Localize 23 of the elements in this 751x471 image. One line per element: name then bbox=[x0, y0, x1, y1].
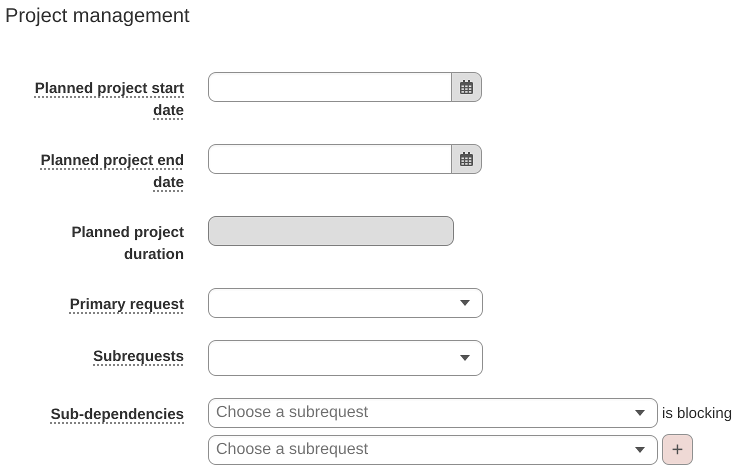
field-label: Primary request bbox=[70, 296, 184, 313]
field-label: Planned project duration bbox=[71, 224, 184, 263]
field-label: Planned project end date bbox=[40, 152, 184, 191]
field-label: Planned project start date bbox=[34, 80, 184, 119]
blocking-label: is blocking bbox=[662, 404, 732, 422]
calendar-button[interactable] bbox=[451, 72, 482, 102]
dropdown-caret-icon bbox=[635, 410, 645, 416]
calendar-icon bbox=[460, 152, 473, 166]
calendar-icon bbox=[460, 80, 473, 94]
dropdown-field[interactable] bbox=[208, 288, 483, 318]
dropdown-caret-icon bbox=[635, 446, 645, 452]
field-label: Sub-dependencies bbox=[50, 406, 184, 423]
dropdown-caret-icon bbox=[460, 355, 470, 361]
dropdown-caret-icon bbox=[460, 300, 470, 306]
dropdown-field[interactable] bbox=[208, 340, 483, 376]
section-title: Project management bbox=[5, 4, 191, 29]
date-input-field[interactable] bbox=[208, 144, 451, 174]
date-input-field[interactable] bbox=[208, 72, 451, 102]
subrequest-dropdown[interactable]: Choose a subrequest bbox=[208, 398, 658, 428]
calendar-button[interactable] bbox=[451, 144, 482, 174]
add-button[interactable]: + bbox=[662, 434, 693, 465]
subrequest-dropdown[interactable]: Choose a subrequest bbox=[208, 434, 658, 464]
field-label: Subrequests bbox=[93, 348, 184, 365]
